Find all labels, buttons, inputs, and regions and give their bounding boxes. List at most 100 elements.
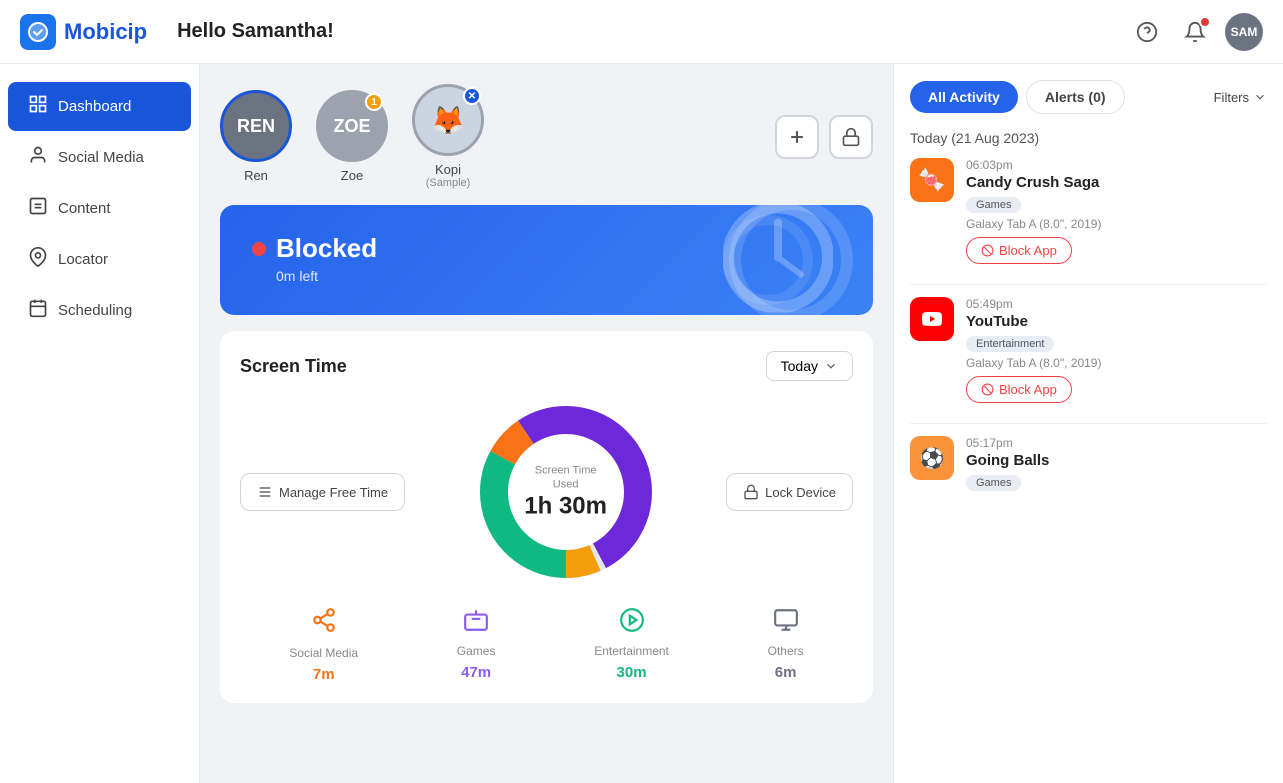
others-cat-name: Others bbox=[768, 644, 804, 658]
profile-zoe[interactable]: ZOE 1 Zoe bbox=[316, 90, 388, 183]
notification-badge bbox=[1199, 16, 1211, 28]
categories-row: Social Media 7m Games 47m bbox=[240, 607, 853, 683]
lock-device-label: Lock Device bbox=[765, 485, 836, 500]
manage-free-time-button[interactable]: Manage Free Time bbox=[240, 473, 405, 511]
add-profile-button[interactable] bbox=[775, 115, 819, 159]
entertainment-cat-icon bbox=[619, 607, 645, 638]
help-button[interactable] bbox=[1129, 14, 1165, 50]
games-cat-icon bbox=[463, 607, 489, 638]
user-avatar-button[interactable]: SAM bbox=[1225, 13, 1263, 51]
social-media-icon bbox=[28, 145, 48, 170]
activity-item-youtube: 05:49pm YouTube Entertainment Galaxy Tab… bbox=[910, 297, 1267, 403]
logo-icon bbox=[20, 14, 56, 50]
youtube-info: 05:49pm YouTube Entertainment Galaxy Tab… bbox=[966, 297, 1267, 403]
logo-text: Mobicip bbox=[64, 19, 147, 45]
tab-alerts[interactable]: Alerts (0) bbox=[1026, 80, 1125, 114]
profile-ren[interactable]: REN Ren bbox=[220, 90, 292, 183]
ren-name: Ren bbox=[244, 168, 268, 183]
divider-2 bbox=[910, 423, 1267, 424]
kopi-sub: (Sample) bbox=[426, 177, 471, 189]
donut-time: 1h 30m bbox=[524, 492, 607, 520]
filters-button[interactable]: Filters bbox=[1214, 90, 1267, 105]
red-dot bbox=[252, 242, 266, 256]
sidebar-content-label: Content bbox=[58, 200, 111, 217]
card-header: Screen Time Today bbox=[240, 351, 853, 381]
kopi-x-dot: ✕ bbox=[463, 87, 481, 105]
youtube-icon bbox=[910, 297, 954, 341]
ren-avatar: REN bbox=[220, 90, 292, 162]
donut-chart: Screen TimeUsed 1h 30m bbox=[471, 397, 661, 587]
social-media-cat-time: 7m bbox=[313, 666, 335, 683]
going-balls-time: 05:17pm bbox=[966, 436, 1267, 450]
kopi-name: Kopi bbox=[435, 162, 461, 177]
youtube-name: YouTube bbox=[966, 313, 1267, 330]
blocked-banner: Blocked 0m left bbox=[220, 205, 873, 315]
going-balls-name: Going Balls bbox=[966, 452, 1267, 469]
youtube-device: Galaxy Tab A (8.0", 2019) bbox=[966, 356, 1267, 370]
dashboard-icon bbox=[28, 94, 48, 119]
lock-device-button[interactable]: Lock Device bbox=[726, 473, 853, 511]
app-wrapper: Mobicip Hello Samantha! SAM Dashboard bbox=[0, 0, 1283, 783]
going-balls-tag: Games bbox=[966, 475, 1021, 491]
zoe-notification-dot: 1 bbox=[365, 93, 383, 111]
activity-item-candy-crush: 🍬 06:03pm Candy Crush Saga Games Galaxy … bbox=[910, 158, 1267, 264]
content-area: REN Ren ZOE 1 Zoe 🦊 ✕ bbox=[200, 64, 893, 783]
going-balls-icon: ⚽ bbox=[910, 436, 954, 480]
sidebar-item-social-media[interactable]: Social Media bbox=[8, 133, 191, 182]
logo: Mobicip bbox=[20, 14, 147, 50]
donut-label: Screen TimeUsed bbox=[524, 464, 607, 493]
kopi-avatar: 🦊 ✕ bbox=[412, 84, 484, 156]
sidebar-item-scheduling[interactable]: Scheduling bbox=[8, 286, 191, 335]
sidebar-item-dashboard[interactable]: Dashboard bbox=[8, 82, 191, 131]
sidebar-social-media-label: Social Media bbox=[58, 149, 144, 166]
block-app-youtube-label: Block App bbox=[999, 382, 1057, 397]
notifications-button[interactable] bbox=[1177, 14, 1213, 50]
sidebar-item-locator[interactable]: Locator bbox=[8, 235, 191, 284]
lock-button[interactable] bbox=[829, 115, 873, 159]
candy-crush-icon: 🍬 bbox=[910, 158, 954, 202]
others-cat-time: 6m bbox=[775, 664, 797, 681]
category-others: Others 6m bbox=[768, 607, 804, 683]
zoe-avatar: ZOE 1 bbox=[316, 90, 388, 162]
youtube-tag: Entertainment bbox=[966, 336, 1054, 352]
today-filter-button[interactable]: Today bbox=[766, 351, 853, 381]
block-app-youtube-button[interactable]: Block App bbox=[966, 376, 1072, 403]
block-app-candy-crush-label: Block App bbox=[999, 243, 1057, 258]
sidebar-item-content[interactable]: Content bbox=[8, 184, 191, 233]
going-balls-info: 05:17pm Going Balls Games bbox=[966, 436, 1267, 495]
games-cat-name: Games bbox=[457, 644, 496, 658]
scheduling-icon bbox=[28, 298, 48, 323]
tab-all-activity[interactable]: All Activity bbox=[910, 81, 1018, 113]
youtube-time: 05:49pm bbox=[966, 297, 1267, 311]
profiles-row: REN Ren ZOE 1 Zoe 🦊 ✕ bbox=[220, 84, 873, 189]
category-entertainment: Entertainment 30m bbox=[594, 607, 669, 683]
sidebar: Dashboard Social Media Content Locator bbox=[0, 64, 200, 783]
sidebar-scheduling-label: Scheduling bbox=[58, 302, 132, 319]
sidebar-dashboard-label: Dashboard bbox=[58, 98, 131, 115]
candy-crush-device: Galaxy Tab A (8.0", 2019) bbox=[966, 217, 1267, 231]
top-icons: SAM bbox=[1129, 13, 1263, 51]
activity-item-going-balls: ⚽ 05:17pm Going Balls Games bbox=[910, 436, 1267, 495]
candy-crush-info: 06:03pm Candy Crush Saga Games Galaxy Ta… bbox=[966, 158, 1267, 264]
page-greeting: Hello Samantha! bbox=[177, 20, 1129, 43]
chart-area: Manage Free Time bbox=[240, 397, 853, 587]
manage-free-time-label: Manage Free Time bbox=[279, 485, 388, 500]
divider-1 bbox=[910, 284, 1267, 285]
screen-time-title: Screen Time bbox=[240, 356, 347, 377]
profile-kopi[interactable]: 🦊 ✕ Kopi (Sample) bbox=[412, 84, 484, 189]
zoe-name: Zoe bbox=[341, 168, 363, 183]
games-cat-time: 47m bbox=[461, 664, 491, 681]
candy-crush-name: Candy Crush Saga bbox=[966, 174, 1267, 191]
content-icon bbox=[28, 196, 48, 221]
activity-tabs: All Activity Alerts (0) Filters bbox=[910, 80, 1267, 114]
activity-date-label: Today (21 Aug 2023) bbox=[910, 130, 1267, 146]
others-cat-icon bbox=[773, 607, 799, 638]
filters-label: Filters bbox=[1214, 90, 1249, 105]
sidebar-locator-label: Locator bbox=[58, 251, 108, 268]
main-area: Dashboard Social Media Content Locator bbox=[0, 64, 1283, 783]
entertainment-cat-time: 30m bbox=[617, 664, 647, 681]
social-media-cat-name: Social Media bbox=[289, 646, 358, 660]
social-media-cat-icon bbox=[311, 607, 337, 640]
blocked-title: Blocked bbox=[252, 233, 841, 264]
block-app-candy-crush-button[interactable]: Block App bbox=[966, 237, 1072, 264]
